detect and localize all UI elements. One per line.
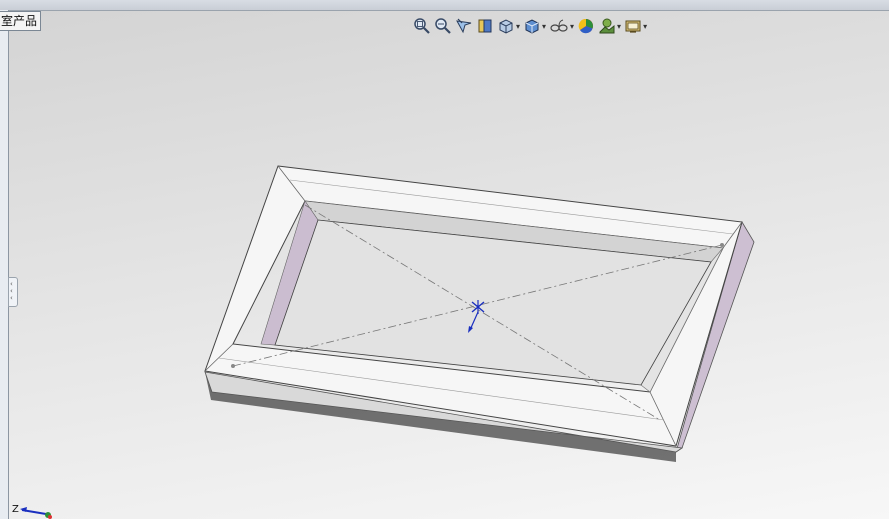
rectangular-frame-model[interactable]	[0, 0, 889, 519]
sketch-point	[720, 243, 724, 247]
triad-z-label: Z	[12, 504, 19, 515]
sketch-point	[231, 364, 235, 368]
